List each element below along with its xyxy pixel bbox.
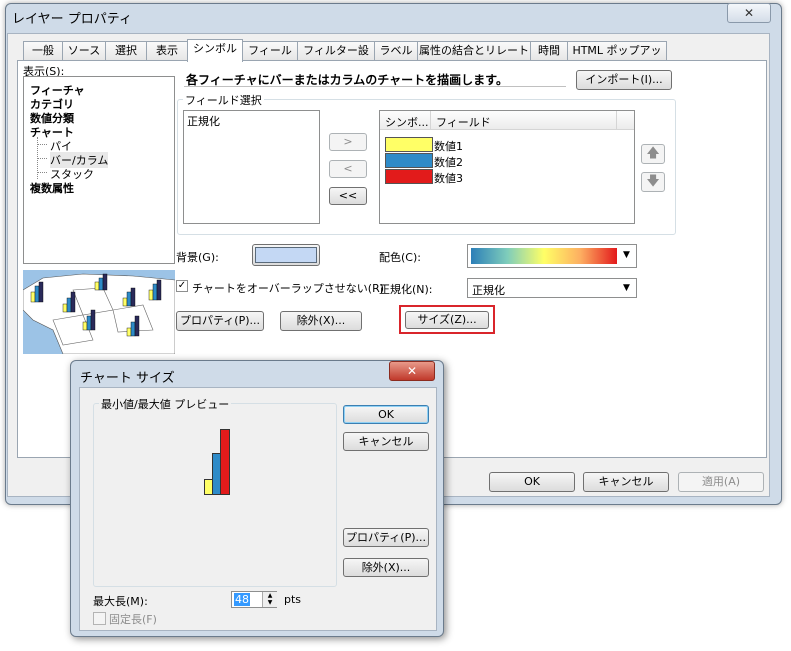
preview-map-thumbnail	[23, 270, 175, 354]
tab-display[interactable]: 表示	[146, 41, 188, 60]
move-down-button[interactable]: 🡇	[641, 172, 665, 192]
window-close-button[interactable]: ✕	[727, 3, 771, 23]
selected-field-name[interactable]: 数値3	[434, 170, 463, 186]
arrow-up-icon: 🡅	[646, 146, 660, 161]
tab-fields[interactable]: フィールド	[242, 41, 298, 75]
field-symbol-swatch[interactable]	[385, 169, 433, 184]
column-divider	[616, 111, 617, 129]
color-scheme-dropdown[interactable]: ▼	[467, 244, 637, 268]
max-length-spinner[interactable]: 48 ▲ ▼	[231, 591, 277, 608]
tree-connector	[37, 172, 47, 173]
column-divider	[430, 111, 431, 129]
spinner-arrows-icon[interactable]: ▲ ▼	[262, 592, 277, 607]
normalization-label: 正規化(N):	[379, 283, 433, 296]
selected-field-name[interactable]: 数値1	[434, 138, 463, 154]
checkmark-icon: ✓	[177, 280, 187, 291]
max-length-value[interactable]: 48	[234, 593, 250, 606]
dialog-title: チャート サイズ	[80, 371, 175, 386]
dialog-cancel-button[interactable]: キャンセル	[343, 432, 429, 451]
close-icon: ✕	[406, 364, 418, 378]
chart-size-dialog: チャート サイズ ✕ 最小値/最大値 プレビュー OK キャンセル プロパティ(…	[70, 360, 444, 637]
preview-group	[93, 403, 337, 587]
normalization-value: 正規化	[472, 284, 505, 297]
tree-item-multiple-attributes[interactable]: 複数属性	[30, 180, 74, 196]
ok-button[interactable]: OK	[489, 472, 575, 492]
dropdown-arrow-icon: ▼	[623, 250, 630, 260]
apply-button[interactable]: 適用(A)	[678, 472, 764, 492]
tab-labels[interactable]: ラベル	[374, 41, 418, 60]
no-overlap-label: チャートをオーバーラップさせない(R)	[192, 282, 385, 295]
dialog-close-button[interactable]: ✕	[389, 361, 435, 381]
show-tree[interactable]: フィーチャ カテゴリ 数値分類 チャート パイ バー/カラム スタック 複数属性	[23, 76, 175, 264]
color-ramp	[471, 248, 617, 264]
arrow-down-icon: 🡇	[646, 174, 660, 189]
field-symbol-swatch[interactable]	[385, 153, 433, 168]
dialog-ok-button[interactable]: OK	[343, 405, 429, 424]
max-length-label: 最大長(M):	[93, 595, 148, 608]
chevron-right-icon: >	[343, 135, 353, 148]
size-button[interactable]: サイズ(Z)...	[405, 311, 489, 329]
tab-selection[interactable]: 選択	[105, 41, 147, 60]
close-icon: ✕	[743, 6, 755, 20]
fixed-length-checkbox[interactable]	[93, 612, 106, 625]
selected-fields-table[interactable]: シンボ... フィールド 数値1 数値2 数値3	[379, 110, 635, 224]
window-title: レイヤー プロパティ	[12, 12, 132, 27]
color-scheme-label: 配色(C):	[379, 251, 421, 264]
tab-definition-query[interactable]: フィルター設定	[297, 41, 375, 75]
field-symbol-swatch[interactable]	[385, 137, 433, 152]
tree-connector	[37, 158, 47, 159]
max-length-unit: pts	[284, 593, 302, 606]
tab-joins-relates[interactable]: 属性の結合とリレート	[417, 41, 531, 60]
tree-connector	[37, 144, 47, 145]
background-color-button[interactable]	[252, 244, 320, 266]
selected-field-name[interactable]: 数値2	[434, 154, 463, 170]
dialog-properties-button[interactable]: プロパティ(P)...	[343, 528, 429, 547]
no-overlap-checkbox[interactable]: ✓	[176, 280, 188, 292]
background-swatch	[255, 247, 317, 263]
chevron-left-icon: <	[343, 162, 353, 175]
add-field-button[interactable]: >	[329, 133, 367, 151]
properties-button[interactable]: プロパティ(P)...	[176, 311, 264, 331]
dialog-exclusion-button[interactable]: 除外(X)...	[343, 558, 429, 577]
tab-general[interactable]: 一般	[23, 41, 63, 60]
column-header-field[interactable]: フィールド	[436, 114, 491, 130]
divider	[184, 86, 566, 87]
available-fields-list[interactable]: 正規化	[183, 110, 320, 224]
tab-html-popup[interactable]: HTML ポップアップ	[567, 41, 667, 75]
import-button[interactable]: インポート(I)...	[576, 70, 672, 90]
dropdown-arrow-icon: ▼	[623, 283, 630, 293]
cancel-button[interactable]: キャンセル	[583, 472, 669, 492]
exclusion-button[interactable]: 除外(X)...	[280, 311, 362, 331]
move-up-button[interactable]: 🡅	[641, 144, 665, 164]
normalization-dropdown[interactable]: 正規化 ▼	[467, 278, 637, 298]
remove-field-button[interactable]: <	[329, 160, 367, 178]
fixed-length-label: 固定長(F)	[109, 613, 157, 626]
background-label: 背景(G):	[176, 251, 219, 264]
tab-symbology[interactable]: シンボル	[187, 39, 243, 62]
column-header-symbol[interactable]: シンボ...	[385, 114, 429, 130]
tab-time[interactable]: 時間	[530, 41, 568, 60]
field-selection-label: フィールド選択	[183, 92, 264, 108]
double-chevron-left-icon: <<	[338, 189, 358, 202]
available-field-item[interactable]: 正規化	[187, 113, 220, 129]
preview-group-label: 最小値/最大値 プレビュー	[99, 396, 232, 412]
preview-bar	[220, 429, 230, 495]
remove-all-fields-button[interactable]: <<	[329, 187, 367, 205]
tab-source[interactable]: ソース	[62, 41, 106, 60]
